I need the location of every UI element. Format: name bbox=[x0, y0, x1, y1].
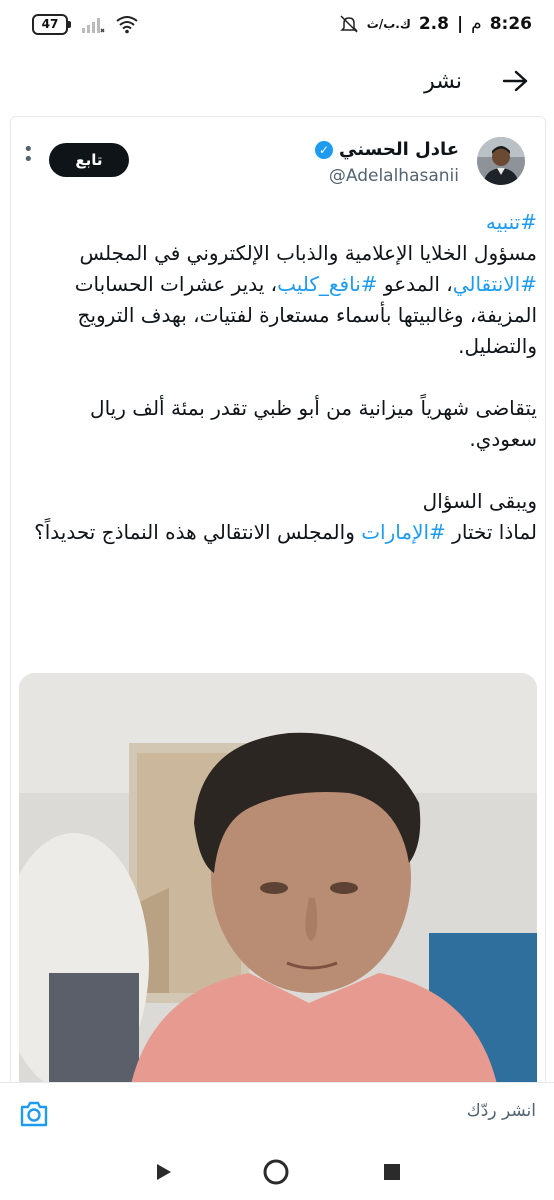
battery-icon: 47 bbox=[32, 13, 71, 35]
net-speed: 2.8 bbox=[418, 14, 449, 34]
hashtag-link[interactable]: #الإمارات bbox=[361, 520, 446, 544]
tweet-text-segment: والمجلس الانتقالي هذه النماذج تحديداً؟ bbox=[34, 520, 362, 544]
verified-badge-icon: ✓ bbox=[315, 140, 334, 159]
tweet-body: #تنبيه مسؤول الخلايا الإعلامية والذباب ا… bbox=[21, 207, 537, 579]
reply-input[interactable]: انشر ردّك bbox=[467, 1101, 536, 1121]
hashtag-link[interactable]: #تنبيه bbox=[486, 210, 537, 234]
status-right-group: ك.ب/ث 2.8 | م 8:26 bbox=[339, 14, 532, 34]
hashtag-link[interactable]: #الانتقالي bbox=[453, 272, 537, 296]
back-arrow-icon[interactable] bbox=[502, 69, 528, 93]
notifications-off-icon bbox=[339, 15, 358, 33]
hashtag-link[interactable]: #نافع_كليب bbox=[277, 272, 377, 296]
camera-icon[interactable] bbox=[18, 1099, 50, 1129]
wifi-icon bbox=[116, 16, 138, 34]
nav-recents-icon[interactable] bbox=[382, 1162, 402, 1182]
tweet-paragraph-2: يتقاضى شهرياً ميزانية من أبو ظبي تقدر بم… bbox=[90, 396, 537, 451]
follow-button[interactable]: تابع bbox=[49, 143, 129, 177]
status-bar: 47 ك.ب/ث 2.8 | م 8:26 bbox=[0, 0, 554, 48]
reply-bar: انشر ردّك bbox=[0, 1082, 554, 1145]
author-name-text: عادل الحسني bbox=[339, 139, 459, 160]
meridiem: م bbox=[471, 14, 482, 34]
tweet-text-segment: لماذا تختار bbox=[445, 520, 537, 544]
nav-back-icon[interactable] bbox=[154, 1162, 174, 1182]
tweet-paragraph-3: ويبقى السؤال لماذا تختار #الإمارات والمج… bbox=[21, 486, 537, 548]
tweet-text-segment: ، المدعو bbox=[377, 272, 453, 296]
more-options-icon[interactable]: • • bbox=[23, 141, 34, 169]
system-nav-bar bbox=[0, 1144, 554, 1200]
author-row: عادل الحسني ✓ @Adelalhasanii تابع • • bbox=[11, 117, 545, 197]
page-title: نشر bbox=[424, 68, 462, 94]
signal-icon bbox=[82, 18, 105, 33]
nav-home-icon[interactable] bbox=[262, 1158, 290, 1186]
status-left-group: 47 bbox=[32, 13, 139, 35]
net-speed-unit: ك.ب/ث bbox=[366, 17, 411, 31]
clock: 8:26 bbox=[489, 14, 532, 34]
avatar[interactable] bbox=[477, 137, 525, 185]
tweet-text-segment: مسؤول الخلايا الإعلامية والذباب الإلكترو… bbox=[79, 241, 537, 265]
tweet-text-segment: ويبقى السؤال bbox=[422, 489, 537, 513]
author-name[interactable]: عادل الحسني ✓ bbox=[315, 139, 459, 160]
separator: | bbox=[456, 14, 464, 34]
tweet-paragraph-1: #تنبيه مسؤول الخلايا الإعلامية والذباب ا… bbox=[21, 207, 537, 362]
top-app-bar: نشر bbox=[0, 50, 554, 112]
battery-level: 47 bbox=[32, 13, 68, 35]
tweet-photo[interactable] bbox=[19, 673, 537, 1082]
author-handle[interactable]: @Adelalhasanii bbox=[329, 166, 459, 186]
tweet-card: عادل الحسني ✓ @Adelalhasanii تابع • • #تن… bbox=[10, 116, 546, 1083]
